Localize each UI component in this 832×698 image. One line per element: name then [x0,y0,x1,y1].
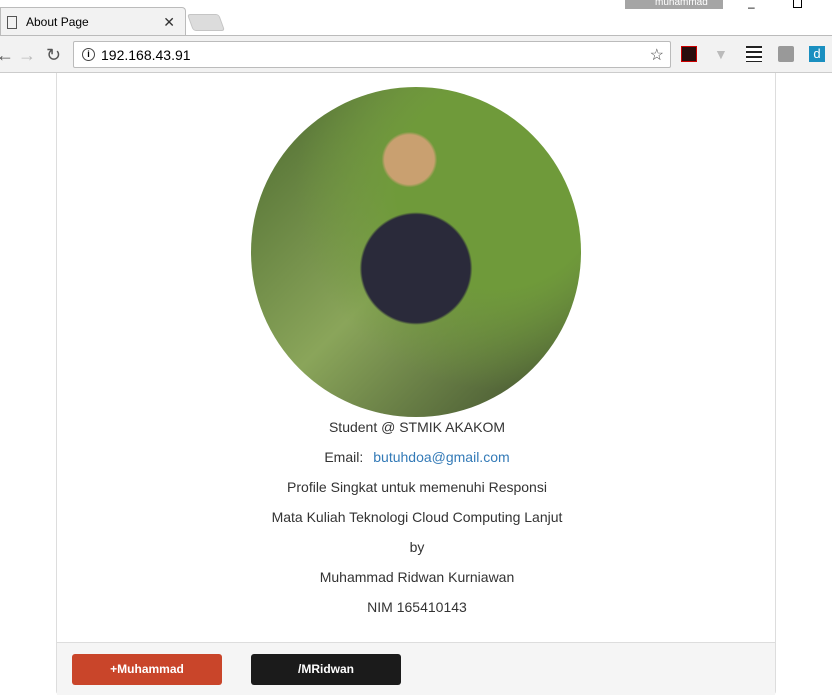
google-plus-button[interactable]: +Muhammad [72,654,222,685]
user-profile-label[interactable]: muhammad [625,0,723,9]
address-bar[interactable]: i 192.168.43.91 ☆ [73,41,671,68]
profile-line: by [409,539,425,555]
info-icon[interactable]: i [82,48,95,61]
github-button[interactable]: /MRidwan [251,654,401,685]
close-tab-icon[interactable]: ✕ [163,14,175,31]
new-tab-button[interactable] [186,14,226,31]
menu-extension-icon[interactable] [746,46,762,62]
profile-photo [251,87,581,417]
tagline: Student @ STMIK AKAKOM [328,419,506,435]
d-extension-icon[interactable]: d [809,46,825,62]
reload-icon[interactable]: ↻ [46,45,61,66]
email-link[interactable]: butuhdoa@gmail.com [373,449,509,465]
pdf-extension-icon[interactable] [681,46,697,62]
title-bar: muhammad – About Page ✕ [0,0,832,36]
filter-extension-icon[interactable]: ▼ [714,46,730,62]
bookmark-star-icon[interactable]: ☆ [650,45,664,65]
url-text: 192.168.43.91 [101,46,191,63]
profile-line: Muhammad Ridwan Kurniawan [319,569,515,585]
profile-line: NIM 165410143 [367,599,467,615]
minimize-button[interactable]: – [748,0,755,14]
card-footer: +Muhammad /MRidwan [57,642,775,695]
profile-card: Student @ STMIK AKAKOM Email: butuhdoa@gm… [56,73,776,695]
browser-toolbar: ← → ↻ i 192.168.43.91 ☆ ▼ d [0,35,832,73]
profile-line: Profile Singkat untuk memenuhi Responsi [287,479,547,495]
email-label: Email: [324,449,364,465]
page-icon [7,15,17,29]
page-content: Student @ STMIK AKAKOM Email: butuhdoa@gm… [0,73,832,698]
tab-title: About Page [26,15,89,29]
tab-about-page[interactable]: About Page ✕ [0,7,186,36]
email-row: Email: butuhdoa@gmail.com [57,447,777,477]
profile-line: Mata Kuliah Teknologi Cloud Computing La… [271,509,563,525]
save-extension-icon[interactable] [778,46,794,62]
back-icon[interactable]: ← [0,45,14,66]
maximize-button[interactable] [793,0,802,8]
forward-icon[interactable]: → [18,45,36,66]
